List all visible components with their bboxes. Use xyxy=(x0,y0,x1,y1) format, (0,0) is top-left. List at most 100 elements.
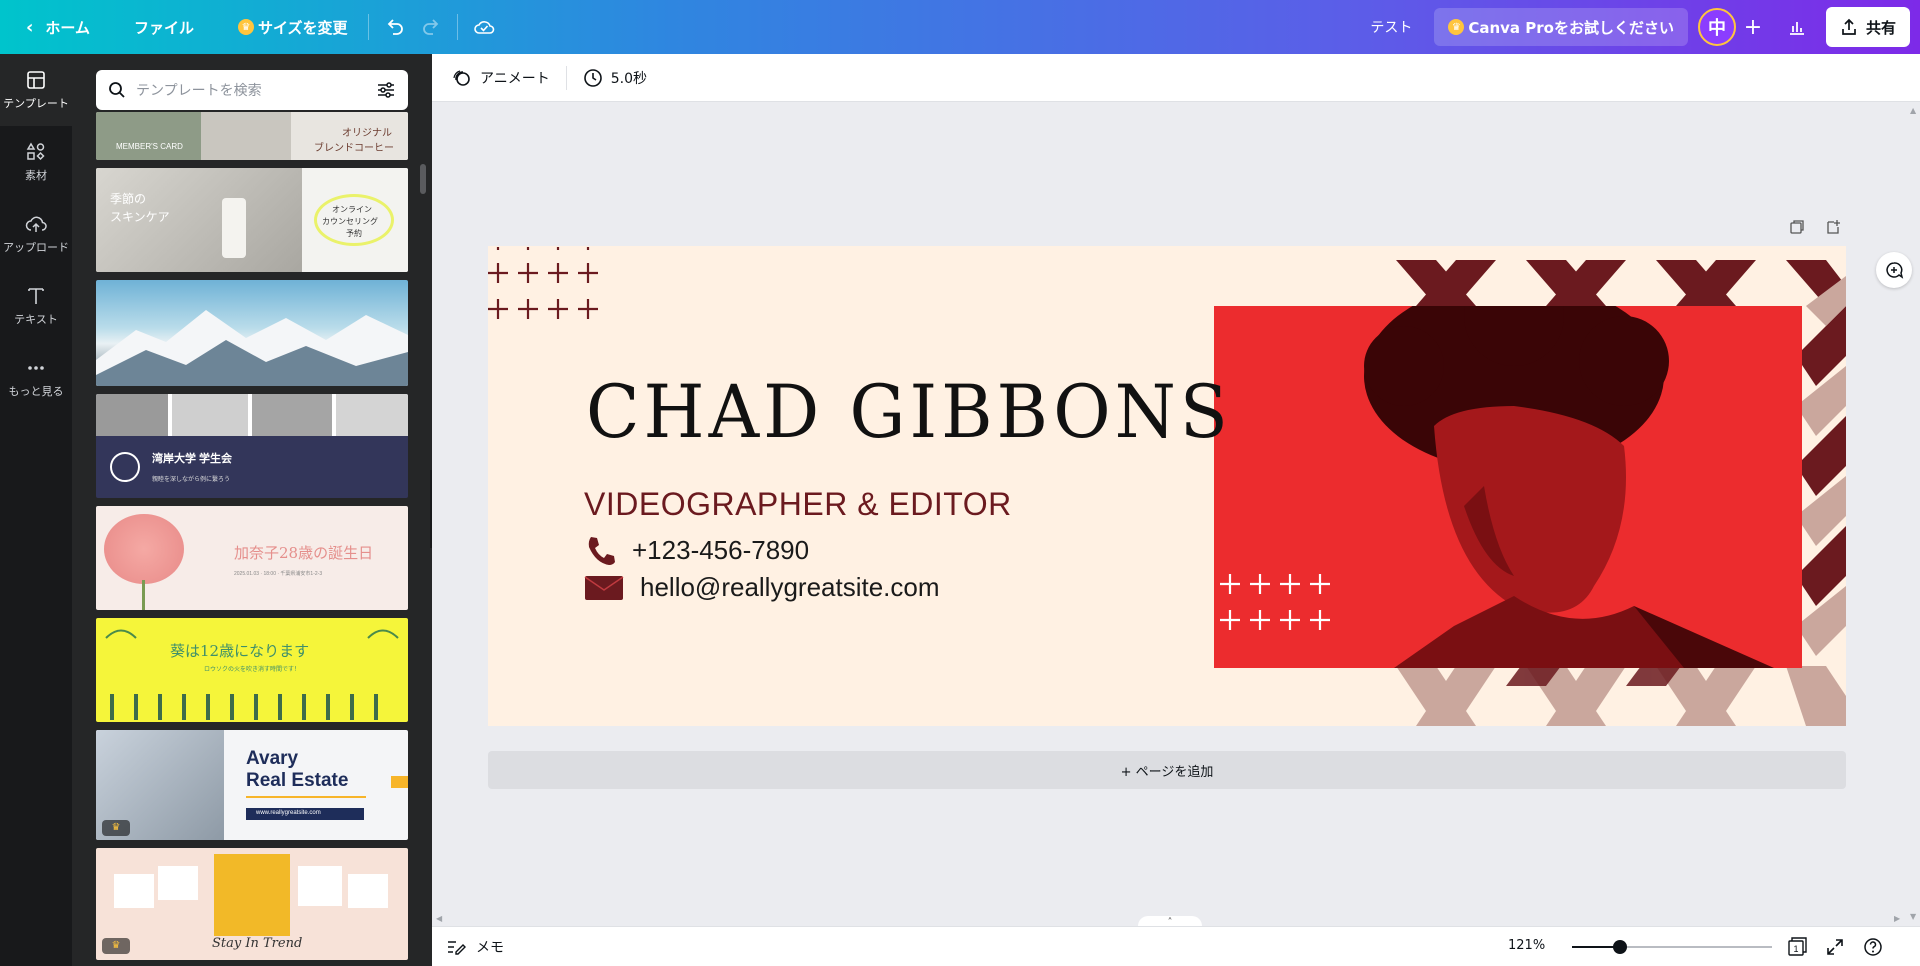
plus-pattern-top xyxy=(488,247,598,319)
duration-label: 5.0秒 xyxy=(610,70,647,87)
bottom-bar: メモ 121% 1 xyxy=(432,926,1920,966)
phone-icon[interactable] xyxy=(584,534,616,566)
rail-item-elements[interactable]: 素材 xyxy=(0,126,72,198)
add-page-button[interactable]: + ページを追加 xyxy=(488,751,1846,789)
test-button[interactable]: テスト xyxy=(1358,9,1424,45)
email-text[interactable]: hello@reallygreatsite.com xyxy=(640,572,940,603)
rail-item-uploads[interactable]: アップロード xyxy=(0,198,72,270)
scroll-left-arrow[interactable]: ◀ xyxy=(436,914,442,923)
template-text: MEMBER'S CARD xyxy=(116,142,183,151)
add-page-icon xyxy=(1827,220,1840,234)
file-menu-button[interactable]: ファイル xyxy=(122,9,206,45)
template-thumbnail[interactable]: Avary Real Estate www.reallygreatsite.co… xyxy=(96,730,408,840)
template-text: 2025.01.03 · 18:00 · 千葉県浦安市1-2-3 xyxy=(234,571,323,577)
template-thumbnail[interactable]: 葵は12歳になります ロウソクの火を吹き消す時間です！ xyxy=(96,618,408,722)
undo-icon xyxy=(387,19,403,35)
scroll-down-arrow[interactable]: ▼ xyxy=(1910,912,1916,921)
cloud-check-icon xyxy=(473,21,494,34)
rail-label: アップロード xyxy=(3,241,69,254)
mountain-image xyxy=(96,310,408,386)
toolbar-divider xyxy=(367,14,369,40)
redo-button[interactable] xyxy=(413,9,449,45)
template-thumbnail[interactable]: 季節の スキンケア オンライン カウンセリング 予約 xyxy=(96,168,408,272)
invite-plus-button[interactable]: + xyxy=(1736,8,1770,46)
plus-pattern-photo xyxy=(1220,574,1330,630)
duplicate-icon xyxy=(1790,220,1804,234)
phone-text[interactable]: +123-456-7890 xyxy=(632,535,809,566)
envelope-icon[interactable] xyxy=(584,574,624,602)
pro-label: Canva Proをお試しください xyxy=(1468,18,1674,37)
text-icon xyxy=(28,288,44,304)
try-pro-button[interactable]: ♛ Canva Proをお試しください xyxy=(1434,8,1688,46)
user-avatar[interactable]: 中 xyxy=(1697,8,1736,46)
template-search[interactable]: テンプレートを検索 xyxy=(96,70,408,110)
template-icon xyxy=(27,71,45,89)
zoom-slider[interactable] xyxy=(1572,940,1772,954)
template-text: オンライン xyxy=(332,205,372,214)
search-input[interactable]: テンプレートを検索 xyxy=(136,80,376,100)
animate-button[interactable]: アニメート xyxy=(446,68,556,88)
rail-label: テキスト xyxy=(14,313,58,326)
search-icon xyxy=(109,82,125,98)
share-button[interactable]: 共有 xyxy=(1825,7,1910,47)
template-text: Stay In Trend xyxy=(212,936,303,951)
notes-button[interactable]: メモ xyxy=(446,937,504,957)
template-text: カウンセリング xyxy=(322,217,378,226)
rail-label: もっと見る xyxy=(8,385,64,398)
crown-icon: ♛ xyxy=(1448,19,1465,35)
template-thumbnail[interactable]: MEMBER'S CARD オリジナル ブレンドコーヒー xyxy=(96,112,408,160)
file-label: ファイル xyxy=(133,18,194,37)
template-list: MEMBER'S CARD オリジナル ブレンドコーヒー 季節の スキンケア オ… xyxy=(96,112,408,966)
fullscreen-button[interactable] xyxy=(1824,936,1846,958)
page-count-button[interactable]: 1 xyxy=(1786,936,1808,958)
design-role-text[interactable]: VIDEOGRAPHER & EDITOR xyxy=(584,486,1012,523)
resize-label: サイズを変更 xyxy=(258,18,348,37)
crown-badge: ♛ xyxy=(102,820,130,836)
crown-badge: ♛ xyxy=(102,938,130,954)
cloud-save-status[interactable] xyxy=(466,9,502,45)
expand-icon xyxy=(1827,939,1843,955)
design-name-text[interactable]: CHAD GIBBONS xyxy=(586,369,1232,455)
upload-icon xyxy=(25,216,47,232)
templates-panel: テンプレートを検索 MEMBER'S CARD オリジナル ブレンドコーヒー 季… xyxy=(72,54,432,966)
template-thumbnail[interactable] xyxy=(96,280,408,386)
template-text: 予約 xyxy=(346,229,362,238)
duration-button[interactable]: 5.0秒 xyxy=(577,68,653,88)
undo-button[interactable] xyxy=(377,9,413,45)
help-button[interactable] xyxy=(1862,936,1884,958)
resize-button[interactable]: ♛ サイズを変更 xyxy=(226,9,360,45)
portrait-photo[interactable] xyxy=(1214,306,1802,668)
filter-icon[interactable] xyxy=(376,81,396,99)
comment-button[interactable] xyxy=(1876,252,1912,288)
template-text: 季節の xyxy=(110,192,147,206)
email-row: hello@reallygreatsite.com xyxy=(584,572,940,603)
template-text: 加奈子28歳の誕生日 xyxy=(234,544,374,562)
panel-scrollbar[interactable] xyxy=(420,164,426,194)
scroll-right-arrow[interactable]: ▶ xyxy=(1894,914,1900,923)
rail-item-text[interactable]: テキスト xyxy=(0,270,72,342)
zoom-slider-knob[interactable] xyxy=(1613,940,1627,954)
template-thumbnail[interactable]: Stay In Trend ♛ xyxy=(96,848,408,960)
add-page-icon-button[interactable] xyxy=(1822,216,1844,238)
scroll-up-arrow[interactable]: ▲ xyxy=(1910,106,1916,115)
editor-area: アニメート 5.0秒 CHAD GIBBONS VIDEOGRAPHER & E… xyxy=(432,54,1920,966)
notes-icon xyxy=(448,940,466,955)
rail-item-more[interactable]: もっと見る xyxy=(0,342,72,414)
zoom-level[interactable]: 121% xyxy=(1508,938,1545,953)
template-text: オリジナル xyxy=(342,128,392,139)
top-bar: ‹ ホーム ファイル ♛ サイズを変更 テスト ♛ Canva Proをお試しく… xyxy=(0,0,1920,54)
template-thumbnail[interactable]: 加奈子28歳の誕生日 2025.01.03 · 18:00 · 千葉県浦安市1-… xyxy=(96,506,408,610)
insights-button[interactable] xyxy=(1778,8,1816,46)
design-canvas[interactable]: CHAD GIBBONS VIDEOGRAPHER & EDITOR +123-… xyxy=(488,246,1846,726)
template-thumbnail[interactable]: 湾岸大学 学生会 親睦を深しながら例に繋ろう xyxy=(96,394,408,498)
rail-item-templates[interactable]: テンプレート xyxy=(0,54,72,126)
duplicate-page-button[interactable] xyxy=(1786,216,1808,238)
bar-chart-icon xyxy=(1789,22,1804,35)
test-label: テスト xyxy=(1370,20,1413,36)
rail-label: 素材 xyxy=(25,169,47,182)
help-icon xyxy=(1864,938,1882,956)
template-text: www.reallygreatsite.com xyxy=(256,810,321,816)
home-label: ホーム xyxy=(45,18,90,37)
home-button[interactable]: ‹ ホーム xyxy=(14,9,102,45)
animate-icon xyxy=(453,69,470,86)
